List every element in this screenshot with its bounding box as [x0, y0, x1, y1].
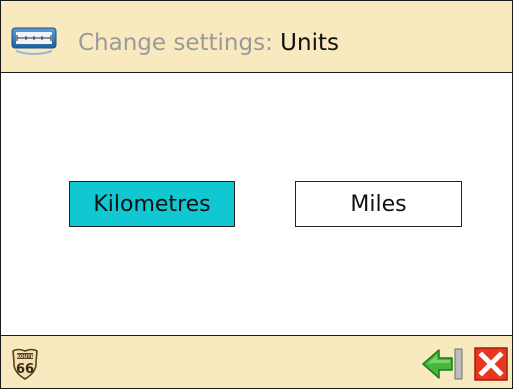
- route-66-number: 66: [16, 362, 34, 377]
- page-title-prefix: Change settings:: [78, 30, 281, 56]
- footer-bar: ROUTE 66: [1, 335, 512, 388]
- back-arrow-icon[interactable]: [421, 347, 465, 381]
- ruler-icon: [11, 27, 57, 55]
- kilometres-option-button[interactable]: Kilometres: [69, 181, 235, 227]
- close-icon[interactable]: [474, 347, 508, 381]
- route-66-icon: ROUTE 66: [12, 348, 38, 380]
- miles-option-button[interactable]: Miles: [295, 181, 462, 227]
- kilometres-label: Kilometres: [93, 191, 211, 217]
- page-title: Change settings: Units: [78, 28, 339, 58]
- settings-window: Change settings: Units Kilometres Miles …: [0, 0, 513, 389]
- page-title-value: Units: [280, 30, 339, 56]
- header-bar: Change settings: Units: [1, 1, 512, 73]
- content-area: Kilometres Miles: [1, 73, 512, 335]
- route-66-top-text: ROUTE: [16, 354, 33, 360]
- miles-label: Miles: [350, 191, 407, 217]
